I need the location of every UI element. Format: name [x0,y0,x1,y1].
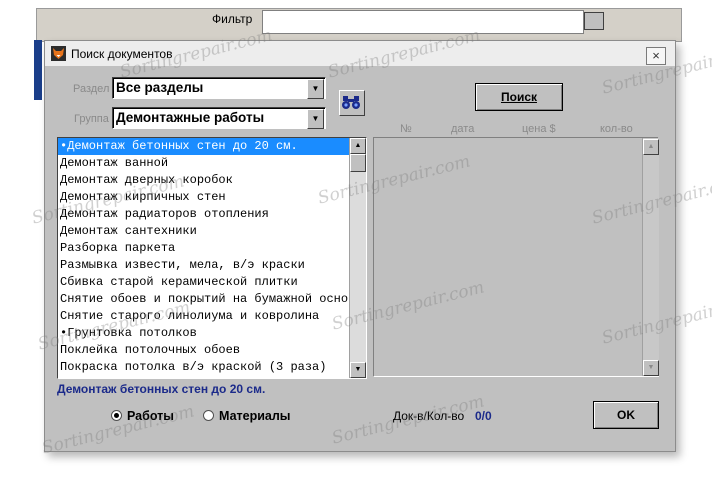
chevron-down-icon[interactable]: ▼ [307,79,324,99]
background-window-edge [34,40,42,100]
radio-selected-dot [114,413,119,418]
documents-grid-scrollbar[interactable]: ▲ ▼ [642,138,659,376]
background-toolbar-icon[interactable] [584,12,604,30]
section-select-value: Все разделы [116,80,204,95]
list-item[interactable]: Демонтаж сантехники [58,223,349,240]
scroll-down-button[interactable]: ▼ [350,362,366,378]
search-documents-dialog: Поиск документов × Раздел Все разделы ▼ … [44,40,676,452]
scroll-up-button[interactable]: ▲ [350,138,366,154]
list-item[interactable]: Размывка извести, мела, в/э краски [58,257,349,274]
dialog-title: Поиск документов [71,47,173,61]
documents-count-label: Док-в/Кол-во [393,409,465,423]
grid-scroll-down-button[interactable]: ▼ [643,360,659,376]
search-button-label: Поиск [500,90,537,104]
section-label: Раздел [73,83,110,95]
fox-app-icon [51,46,66,61]
binoculars-icon [342,96,360,109]
list-item[interactable]: Демонтаж радиаторов отопления [58,206,349,223]
list-item[interactable]: Сбивка старой керамической плитки [58,274,349,291]
radio-works-circle[interactable] [111,410,122,421]
list-item[interactable]: Разборка паркета [58,240,349,257]
find-binoculars-button[interactable] [339,90,365,116]
close-button[interactable]: × [646,47,666,65]
radio-materials-label: Материалы [219,409,291,423]
ok-button[interactable]: OK [593,401,659,429]
documents-count-value: 0/0 [475,409,492,423]
list-item[interactable]: Снятие старого линолиума и ковролина [58,308,349,325]
col-header-price: цена $ [522,123,556,135]
list-item[interactable]: Демонтаж кирпичных стен [58,189,349,206]
chevron-down-icon[interactable]: ▼ [307,109,324,129]
col-header-number: № [400,123,412,135]
list-item[interactable]: Покраска потолка в/э краской (3 раза) [58,359,349,376]
col-header-quantity: кол-во [600,123,633,135]
works-list-scrollbar[interactable]: ▲ ▼ [349,138,366,378]
radio-works-label: Работы [127,409,174,423]
scroll-thumb[interactable] [350,154,366,172]
grid-scroll-up-button[interactable]: ▲ [643,139,659,155]
list-item[interactable]: Демонтаж ванной [58,155,349,172]
list-item[interactable]: Поклейка потолочных обоев [58,342,349,359]
radio-materials[interactable]: Материалы [203,409,290,423]
list-item[interactable]: Демонтаж дверных коробок [58,172,349,189]
section-select[interactable]: Все разделы ▼ [112,77,326,99]
list-item[interactable]: Снятие обоев и покрытий на бумажной осно [58,291,349,308]
list-item[interactable]: •Демонтаж бетонных стен до 20 см. [58,138,349,155]
works-list[interactable]: •Демонтаж бетонных стен до 20 см. Демонта… [57,137,367,379]
group-select-value: Демонтажные работы [116,110,265,125]
list-item[interactable]: •Грунтовка потолков [58,325,349,342]
documents-grid[interactable]: ▲ ▼ [373,137,659,377]
col-header-date: дата [451,123,475,135]
group-label: Группа [74,113,109,125]
filter-label: Фильтр [212,12,253,26]
selected-work-text: Демонтаж бетонных стен до 20 см. [57,382,266,396]
group-select[interactable]: Демонтажные работы ▼ [112,107,326,129]
filter-input[interactable] [262,10,584,34]
radio-works[interactable]: Работы [111,409,174,423]
search-button[interactable]: Поиск [475,83,563,111]
radio-materials-circle[interactable] [203,410,214,421]
dialog-titlebar: Поиск документов × [45,41,675,66]
